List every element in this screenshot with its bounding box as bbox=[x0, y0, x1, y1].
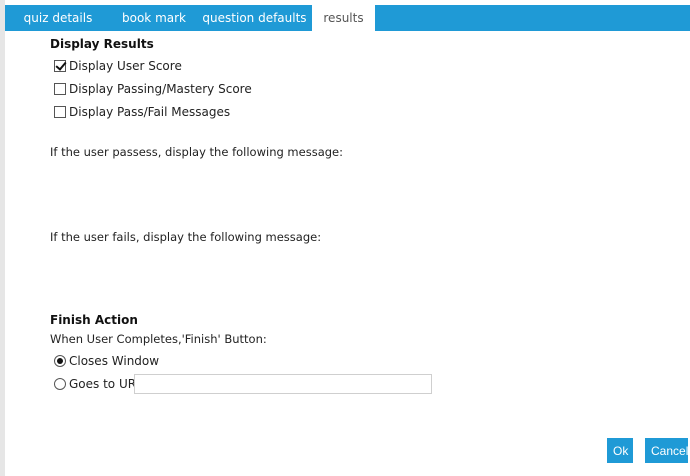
goes-to-url-radio[interactable] bbox=[54, 378, 66, 390]
fail-message-label: If the user fails, display the following… bbox=[50, 230, 322, 244]
display-user-score-label: Display User Score bbox=[69, 59, 182, 73]
goes-to-url-label: Goes to URL bbox=[69, 377, 143, 391]
closes-window-label: Closes Window bbox=[69, 354, 160, 368]
left-border bbox=[0, 0, 5, 476]
pass-message-label: If the user passess, display the followi… bbox=[50, 145, 343, 159]
display-pass-fail-messages-label: Display Pass/Fail Messages bbox=[69, 105, 231, 119]
display-passing-score-checkbox[interactable] bbox=[54, 83, 66, 95]
ok-button[interactable]: Ok bbox=[607, 438, 633, 463]
closes-window-option[interactable]: Closes Window bbox=[54, 353, 159, 369]
finish-action-subtitle: When User Completes,'Finish' Button: bbox=[50, 332, 267, 346]
tab-book-mark[interactable]: book mark bbox=[111, 5, 197, 31]
tab-question-defaults[interactable]: question defaults bbox=[197, 5, 312, 31]
finish-action-title: Finish Action bbox=[50, 313, 138, 327]
tab-quiz-details[interactable]: quiz details bbox=[5, 5, 111, 31]
display-passing-score-option[interactable]: Display Passing/Mastery Score bbox=[54, 81, 252, 97]
quiz-settings-dialog: quiz details book mark question defaults… bbox=[0, 0, 690, 476]
display-pass-fail-messages-checkbox[interactable] bbox=[54, 106, 66, 118]
display-passing-score-label: Display Passing/Mastery Score bbox=[69, 82, 252, 96]
closes-window-radio[interactable] bbox=[54, 355, 66, 367]
cancel-button[interactable]: Cancel bbox=[645, 438, 688, 463]
tab-results[interactable]: results bbox=[312, 5, 375, 31]
display-user-score-option[interactable]: Display User Score bbox=[54, 58, 182, 74]
display-user-score-checkbox[interactable] bbox=[54, 60, 66, 72]
url-input[interactable] bbox=[134, 374, 432, 394]
goes-to-url-option[interactable]: Goes to URL bbox=[54, 376, 143, 392]
tab-bar: quiz details book mark question defaults… bbox=[5, 5, 690, 31]
display-pass-fail-messages-option[interactable]: Display Pass/Fail Messages bbox=[54, 104, 230, 120]
display-results-title: Display Results bbox=[50, 37, 154, 51]
